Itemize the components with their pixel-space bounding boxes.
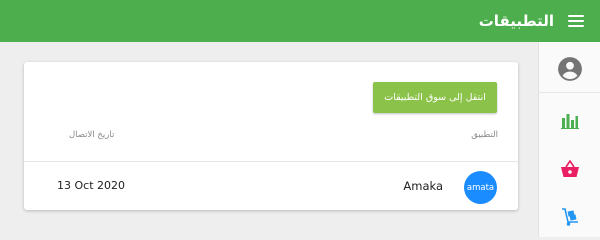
connection-date: 13 Oct 2020 — [57, 179, 126, 192]
hamburger-menu-icon[interactable] — [568, 14, 584, 28]
apps-card: انتقل إلى سوق التطبيقات التطبيق تاريخ ال… — [24, 62, 518, 210]
table-row[interactable]: amata Amaka 13 Oct 2020 — [24, 162, 518, 210]
hand-truck-icon — [562, 208, 578, 226]
column-header-app: التطبيق — [471, 130, 498, 140]
app-logo: amata — [464, 171, 497, 204]
nav-item-statistics[interactable] — [539, 98, 600, 144]
app-name: Amaka — [403, 179, 443, 193]
column-header-connection-date: تاريخ الاتصال — [69, 130, 115, 140]
page-title: التطبيقات — [478, 12, 554, 30]
go-to-app-store-button[interactable]: انتقل إلى سوق التطبيقات — [373, 82, 497, 113]
account-circle-icon — [558, 56, 582, 81]
bar-chart-icon — [561, 114, 579, 129]
shopping-basket-icon — [561, 160, 579, 177]
nav-item-profile[interactable] — [539, 45, 600, 93]
app-bar: التطبيقات — [0, 0, 600, 42]
nav-item-store[interactable] — [539, 146, 600, 192]
side-navigation — [538, 42, 600, 237]
nav-item-delivery[interactable] — [539, 194, 600, 240]
